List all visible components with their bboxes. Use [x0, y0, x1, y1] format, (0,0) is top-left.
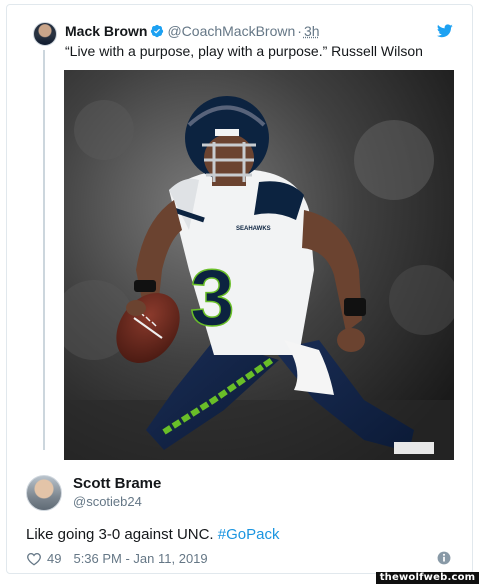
like-count[interactable]: 49	[47, 550, 61, 568]
verified-badge-icon	[151, 24, 164, 38]
tweet-text-body: Like going 3-0 against UNC.	[26, 526, 218, 543]
jersey-number: 3	[190, 253, 235, 342]
quoted-tweet-header: Mack Brown @CoachMackBrown · 3h	[65, 22, 320, 40]
tweet-text: Like going 3-0 against UNC. #GoPack	[26, 525, 279, 545]
jersey-wordmark: SEAHAWKS	[236, 226, 271, 232]
author-name[interactable]: Scott Brame	[73, 474, 161, 494]
author-handle[interactable]: @scotieb24	[73, 493, 142, 511]
twitter-bird-icon[interactable]	[437, 24, 453, 38]
author-avatar[interactable]	[26, 475, 62, 511]
tweet-footer: 49 5:36 PM - Jan 11, 2019	[26, 550, 208, 568]
quoted-thread-line	[43, 50, 45, 450]
quarterback-photo-illustration: SEAHAWKS 3	[64, 70, 454, 460]
hashtag-link[interactable]: #GoPack	[218, 526, 280, 543]
quoted-author-name[interactable]: Mack Brown	[65, 23, 147, 39]
quoted-tweet-text: “Live with a purpose, play with a purpos…	[65, 43, 423, 59]
heart-icon[interactable]	[26, 552, 42, 566]
quoted-author-avatar[interactable]	[33, 22, 57, 46]
tweet-photo[interactable]: SEAHAWKS 3	[64, 70, 454, 460]
info-icon[interactable]	[437, 551, 451, 565]
tweet-timestamp[interactable]: 5:36 PM - Jan 11, 2019	[73, 550, 207, 568]
quoted-author-handle[interactable]: @CoachMackBrown	[167, 23, 295, 39]
quoted-tweet-time[interactable]: 3h	[304, 23, 320, 39]
watermark: thewolfweb.com	[376, 572, 479, 584]
separator-dot: ·	[297, 23, 302, 39]
